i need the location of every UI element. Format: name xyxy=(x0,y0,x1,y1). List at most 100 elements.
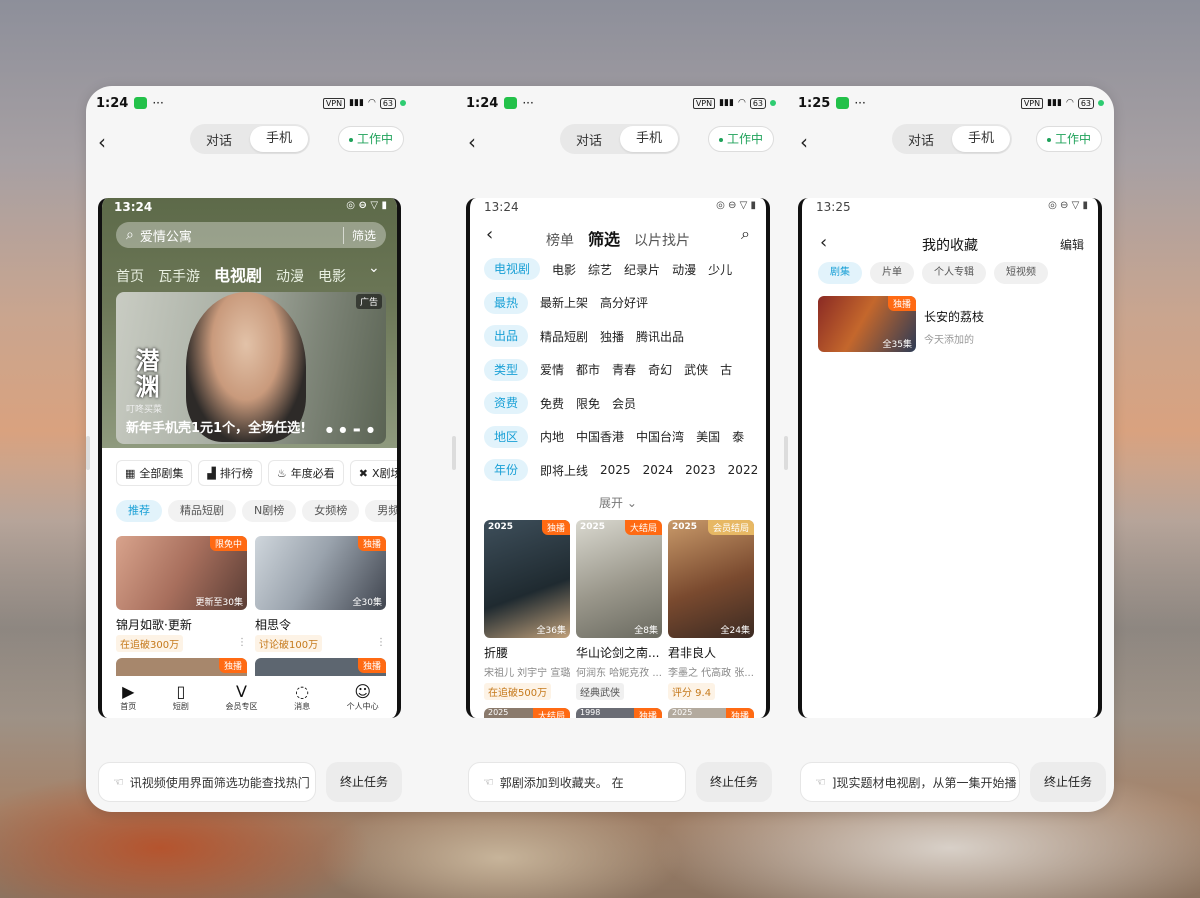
filter-option[interactable]: 即将上线 xyxy=(540,462,588,479)
filter-option[interactable]: 都市 xyxy=(576,361,600,378)
edit-button[interactable]: 编辑 xyxy=(1060,236,1084,253)
promo-banner[interactable]: 潜渊 叮咚买菜 新年手机壳1元1个，全场任选! 广告 ● ● ▬ ● xyxy=(116,292,386,444)
chip-ranking[interactable]: ▟ 排行榜 xyxy=(198,460,262,486)
chip-x-theater[interactable]: ✖ X剧场 xyxy=(349,460,397,486)
tab-short[interactable]: ▯ 短剧 xyxy=(173,682,189,712)
filter-option[interactable]: 中国香港 xyxy=(576,428,624,445)
list-item[interactable]: 2025 独播 全36集 折腰 宋祖儿 刘宇宁 宣璐 在追破500万 xyxy=(484,520,570,700)
filter-option[interactable]: 限免 xyxy=(576,395,600,412)
tab-vip[interactable]: V 会员专区 xyxy=(225,682,257,712)
back-icon[interactable]: ‹ xyxy=(800,130,808,154)
tag-short[interactable]: 精品短剧 xyxy=(168,500,236,522)
tag-n[interactable]: N剧榜 xyxy=(242,500,297,522)
tag-recommend[interactable]: 推荐 xyxy=(116,500,162,522)
vpn-badge: VPN xyxy=(322,97,346,109)
back-icon[interactable]: ‹ xyxy=(98,130,106,154)
tab-playlist[interactable]: 片单 xyxy=(870,262,914,284)
tab-profile[interactable]: ☺ 个人中心 xyxy=(347,682,379,712)
nav-anime[interactable]: 动漫 xyxy=(276,266,304,286)
search-input[interactable]: 爱情公寓 xyxy=(140,226,192,245)
chevron-down-icon[interactable]: ⌄ xyxy=(368,260,380,276)
more-dots-icon: ··· xyxy=(854,96,866,110)
filter-key[interactable]: 最热 xyxy=(484,291,529,314)
filter-option[interactable]: 奇幻 xyxy=(648,361,672,378)
tag-female[interactable]: 女频榜 xyxy=(302,500,360,522)
stop-task-button[interactable]: 终止任务 xyxy=(696,762,772,802)
filter-option[interactable]: 高分好评 xyxy=(600,294,648,311)
filter-key[interactable]: 地区 xyxy=(484,425,529,448)
segment-phone[interactable]: 手机 xyxy=(620,126,678,152)
segment-dialog[interactable]: 对话 xyxy=(190,130,248,149)
filter-option[interactable]: 免费 xyxy=(540,395,564,412)
nav-home[interactable]: 首页 xyxy=(116,266,144,286)
filter-option[interactable]: 会员 xyxy=(612,395,636,412)
tab-home[interactable]: ▶ 首页 xyxy=(120,682,136,712)
segment-dialog[interactable]: 对话 xyxy=(560,130,618,149)
segment-dialog[interactable]: 对话 xyxy=(892,130,950,149)
poster[interactable]: 2025 大结局 xyxy=(484,708,570,718)
tab-series[interactable]: 剧集 xyxy=(818,262,862,284)
filter-option[interactable]: 电影 xyxy=(552,261,576,278)
filter-option[interactable]: 综艺 xyxy=(588,261,612,278)
tab-find-by-clip[interactable]: 以片找片 xyxy=(634,230,690,250)
back-icon[interactable]: ‹ xyxy=(468,130,476,154)
tab-short-video[interactable]: 短视频 xyxy=(994,262,1048,284)
filter-option[interactable]: 精品短剧 xyxy=(540,328,588,345)
poster[interactable]: 独播 xyxy=(255,658,386,678)
stop-task-button[interactable]: 终止任务 xyxy=(1030,762,1106,802)
filter-key[interactable]: 类型 xyxy=(484,358,529,381)
filter-key[interactable]: 资费 xyxy=(484,392,529,414)
nav-movie[interactable]: 电影 xyxy=(318,266,346,286)
chip-all-series[interactable]: ▦ 全部剧集 xyxy=(116,460,193,486)
search-bar[interactable]: ⌕ 爱情公寓 筛选 xyxy=(116,222,386,248)
chip-annual[interactable]: ♨ 年度必看 xyxy=(267,460,344,486)
filter-option[interactable]: 动漫 xyxy=(672,261,696,278)
search-icon[interactable]: ⌕ xyxy=(741,224,750,244)
filter-option[interactable]: 青春 xyxy=(612,361,636,378)
list-item[interactable]: 独播 全35集 长安的荔枝 今天添加的 xyxy=(818,296,984,352)
filter-option[interactable]: 少儿 xyxy=(708,261,732,278)
filter-option[interactable]: 纪录片 xyxy=(624,261,660,278)
poster[interactable]: 1998 独播 xyxy=(576,708,662,718)
filter-option[interactable]: 2023 xyxy=(685,463,716,477)
stop-task-button[interactable]: 终止任务 xyxy=(326,762,402,802)
drag-handle[interactable] xyxy=(86,436,90,470)
filter-option[interactable]: 古 xyxy=(720,361,732,378)
expand-button[interactable]: 展开 ⌄ xyxy=(470,494,766,511)
more-icon[interactable]: ⋮ xyxy=(237,637,247,648)
tab-messages[interactable]: ◌ 消息 xyxy=(294,682,310,712)
more-icon[interactable]: ⋮ xyxy=(376,637,386,648)
filter-key[interactable]: 年份 xyxy=(484,459,529,481)
filter-option[interactable]: 武侠 xyxy=(684,361,708,378)
filter-option[interactable]: 中国台湾 xyxy=(636,428,684,445)
filter-option[interactable]: 最新上架 xyxy=(540,294,588,311)
filter-button[interactable]: 筛选 xyxy=(342,226,376,244)
list-item[interactable]: 2025 会员结局 全24集 君非良人 李墨之 代高政 张... 评分 9.4 xyxy=(668,520,754,700)
filter-option[interactable]: 爱情 xyxy=(540,361,564,378)
filter-key[interactable]: 出品 xyxy=(484,325,529,347)
filter-option[interactable]: 美国 xyxy=(696,428,720,445)
list-item[interactable]: 独播 全30集 相思令 讨论破100万 ⋮ xyxy=(255,536,386,652)
filter-option[interactable]: 腾讯出品 xyxy=(636,328,684,345)
tab-filter[interactable]: 筛选 xyxy=(588,226,620,250)
tag-male[interactable]: 男频榜 xyxy=(365,500,397,522)
filter-option[interactable]: 内地 xyxy=(540,428,564,445)
filter-option[interactable]: 2025 xyxy=(600,463,631,477)
list-item[interactable]: 限免中 更新至30集 锦月如歌·更新 在追破300万 ⋮ xyxy=(116,536,247,652)
filter-option[interactable]: 独播 xyxy=(600,328,624,345)
list-item[interactable]: 2025 大结局 全8集 华山论剑之南... 何润东 哈妮克孜 ... 经典武侠 xyxy=(576,520,662,700)
filter-key[interactable]: 电视剧 xyxy=(484,258,541,280)
back-icon[interactable]: ‹ xyxy=(486,224,493,245)
filter-option[interactable]: 2024 xyxy=(643,463,674,477)
filter-option[interactable]: 泰 xyxy=(732,428,744,445)
poster[interactable]: 独播 xyxy=(116,658,247,678)
poster[interactable]: 2025 独播 xyxy=(668,708,754,718)
nav-tv[interactable]: 电视剧 xyxy=(214,262,262,286)
segment-phone[interactable]: 手机 xyxy=(250,126,308,152)
tab-albums[interactable]: 个人专辑 xyxy=(922,262,986,284)
nav-games[interactable]: 瓦手游 xyxy=(158,266,200,286)
filter-option[interactable]: 2022 xyxy=(728,463,759,477)
result-row-2: 2025 大结局 1998 独播 2025 独播 xyxy=(484,708,754,718)
tab-ranking[interactable]: 榜单 xyxy=(546,230,574,250)
segment-phone[interactable]: 手机 xyxy=(952,126,1010,152)
